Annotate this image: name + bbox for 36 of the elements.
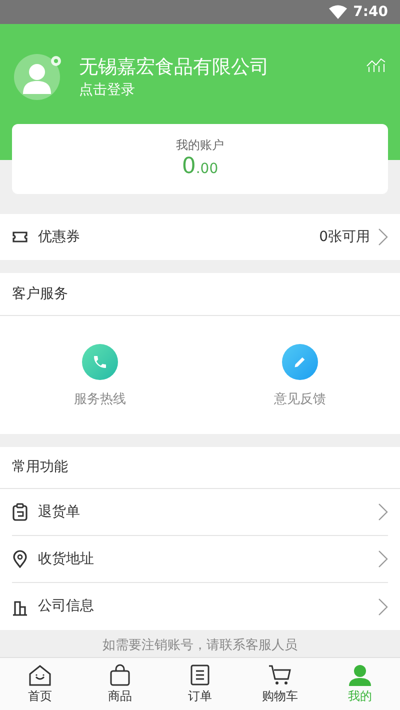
- avatar-icon[interactable]: [14, 54, 60, 100]
- chevron-right-icon: [378, 503, 388, 521]
- section-title: 常用功能: [12, 458, 68, 477]
- menu-item[interactable]: 收货地址: [38, 548, 94, 570]
- chevron-right-icon: [378, 550, 388, 568]
- company-name: 无锡嘉宏食品有限公司: [79, 55, 269, 80]
- tab[interactable]: 首页: [0, 658, 80, 710]
- menu-item[interactable]: 退货单: [38, 502, 80, 522]
- chart-icon[interactable]: [366, 58, 386, 72]
- clipboard-icon: [12, 503, 28, 521]
- cart-icon: [268, 664, 292, 686]
- tab[interactable]: 订单: [160, 658, 240, 710]
- service-label[interactable]: 服务热线: [74, 390, 126, 410]
- document-icon: [190, 664, 210, 686]
- status-time: 7:40: [353, 2, 388, 22]
- house-icon: [28, 664, 52, 686]
- ticket-icon: [12, 231, 28, 243]
- coupon-label[interactable]: 优惠券: [38, 226, 80, 248]
- menu-item[interactable]: 公司信息: [38, 596, 94, 617]
- coupon-count: 0张可用: [319, 228, 370, 246]
- account-card[interactable]: 我的账户 0.00: [12, 124, 388, 194]
- account-balance: 0.00: [182, 154, 218, 181]
- location-pin-icon: [12, 550, 28, 568]
- pencil-icon[interactable]: [282, 344, 318, 380]
- tab[interactable]: 购物车: [240, 658, 320, 710]
- section-title: 客户服务: [12, 284, 68, 304]
- phone-icon[interactable]: [82, 344, 118, 380]
- tab[interactable]: 商品: [80, 658, 160, 710]
- service-label[interactable]: 意见反馈: [274, 390, 326, 410]
- notice-text: 如需要注销账号，请联系客服人员: [102, 636, 298, 655]
- person-icon: [348, 664, 372, 686]
- bag-icon: [109, 664, 131, 686]
- chevron-right-icon: [378, 598, 388, 616]
- chevron-right-icon: [378, 228, 388, 246]
- wifi-icon: [329, 5, 348, 19]
- account-title: 我的账户: [176, 137, 224, 154]
